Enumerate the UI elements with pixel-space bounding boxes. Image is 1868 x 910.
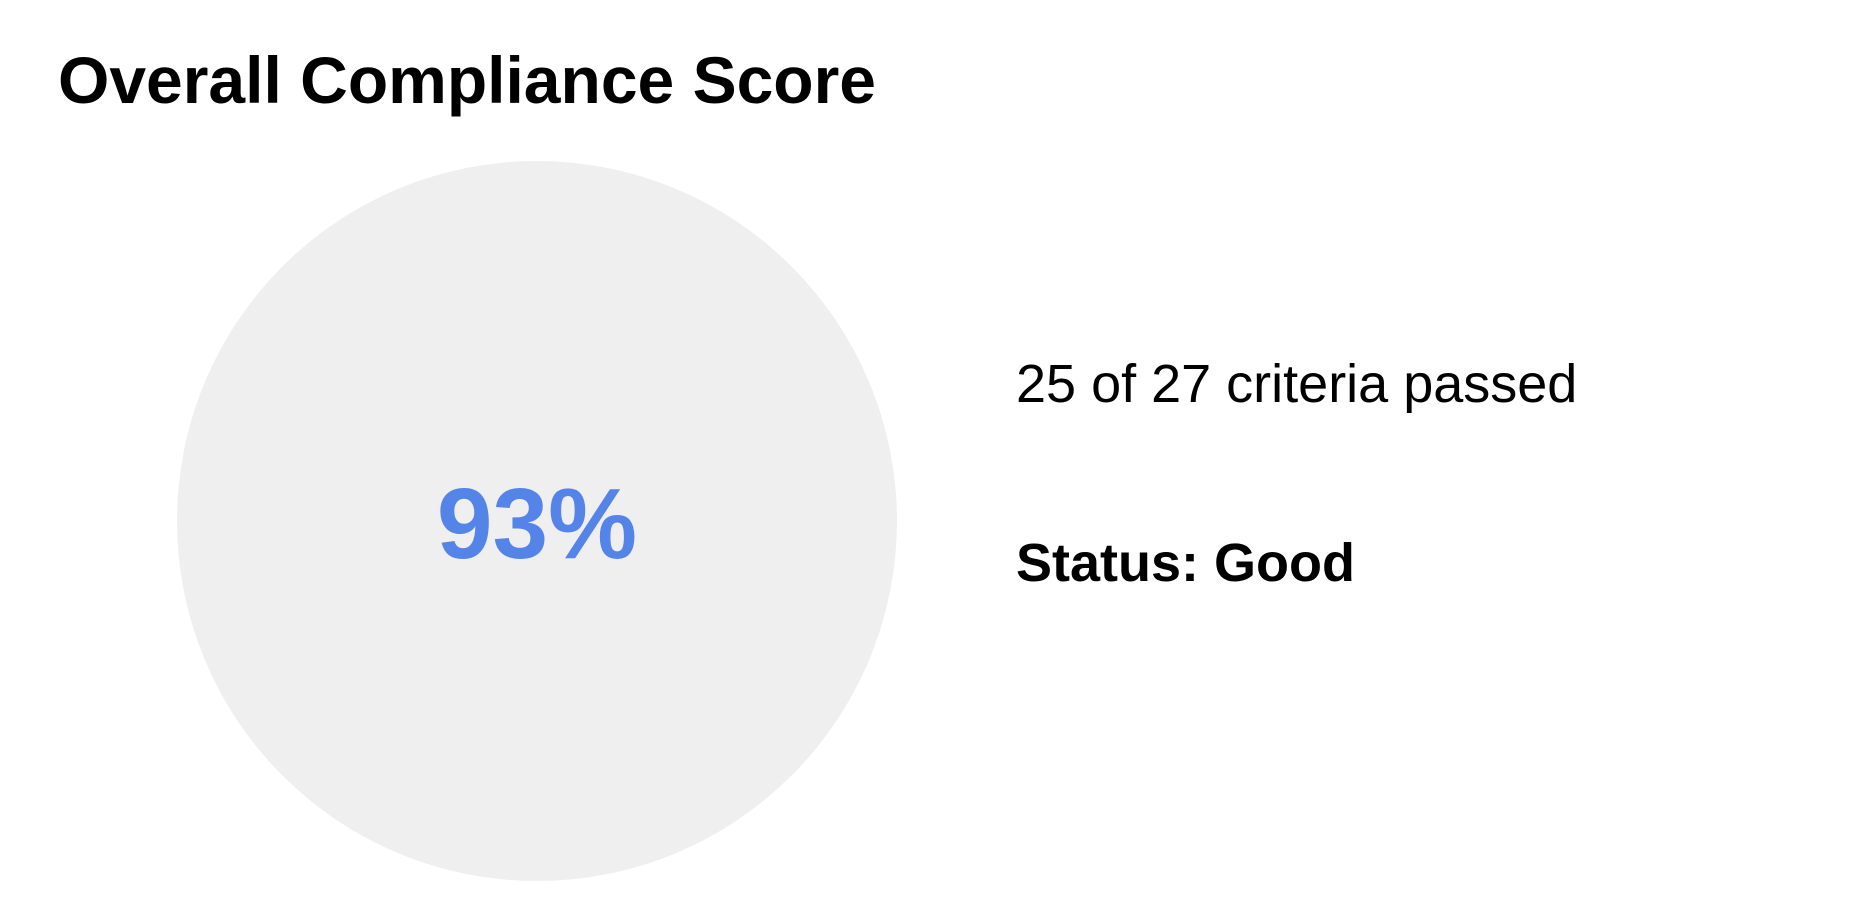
criteria-summary: 25 of 27 criteria passed: [1016, 354, 1578, 414]
score-circle: 93%: [177, 161, 897, 881]
score-percentage: 93%: [436, 468, 638, 580]
page-title: Overall Compliance Score: [58, 43, 877, 117]
status-label: Status: Good: [1016, 533, 1355, 593]
